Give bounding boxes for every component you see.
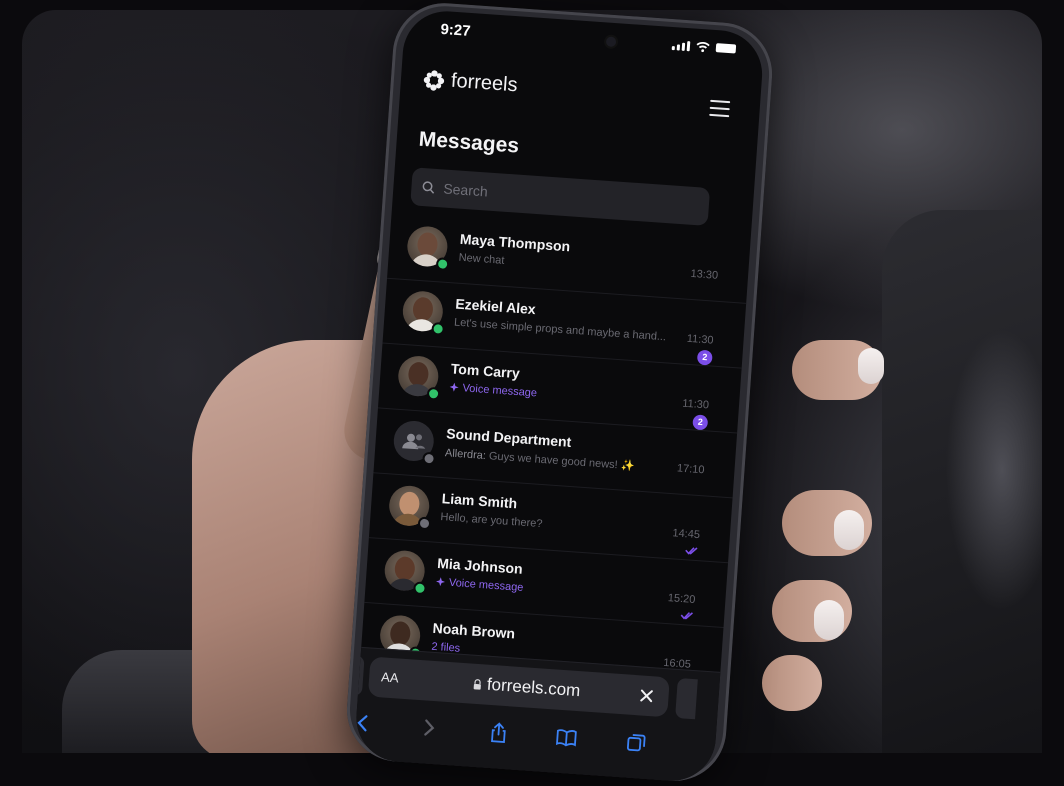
- message-preview: Let's use simple props and maybe a hand.…: [453, 316, 667, 344]
- voice-message-label: Voice message: [448, 576, 524, 594]
- voice-message-icon: [449, 382, 459, 392]
- message-time: 17:10: [676, 462, 705, 477]
- jacket: [882, 210, 1042, 753]
- forward-icon[interactable]: [417, 716, 440, 739]
- browser-bar: AA forreels.com: [353, 646, 721, 784]
- tabs-icon[interactable]: [625, 730, 648, 753]
- read-receipt-icon: [685, 547, 698, 555]
- close-icon[interactable]: [638, 687, 655, 704]
- finger: [762, 655, 822, 711]
- message-preview: New chat: [458, 251, 505, 267]
- wifi-icon: [696, 42, 710, 53]
- search-bar[interactable]: [410, 167, 711, 226]
- message-time: 15:20: [667, 592, 696, 606]
- logo-icon: [423, 69, 445, 91]
- signal-icon: [671, 40, 691, 52]
- front-camera: [605, 36, 617, 48]
- contact-name: Sound Department: [445, 425, 572, 450]
- battery-icon: [715, 43, 737, 54]
- message-preview: Allerdra: Guys we have good news! ✨: [445, 446, 669, 475]
- contact-name: Maya Thompson: [459, 230, 571, 255]
- conversation-list: Maya Thompson New chat 13:30 Ezekiel Ale…: [359, 213, 751, 693]
- phone: 9:27 forreels Messages Search Maya Thomp…: [343, 0, 805, 786]
- fingernail: [858, 348, 884, 384]
- voice-message-icon: [436, 577, 445, 587]
- status-time: 9:27: [439, 20, 472, 40]
- message-time: 11:30: [686, 332, 714, 347]
- presence-indicator: [426, 386, 441, 401]
- presence-indicator: [413, 581, 427, 596]
- fingernail: [834, 510, 864, 550]
- presence-indicator: [431, 321, 446, 336]
- message-time: 13:30: [690, 267, 719, 282]
- hamburger-menu-icon[interactable]: [709, 99, 731, 118]
- back-icon[interactable]: [353, 711, 374, 734]
- phone-body: 9:27 forreels Messages Search Maya Thomp…: [343, 0, 776, 785]
- search-input[interactable]: [440, 179, 686, 215]
- text-size-button[interactable]: AA: [381, 669, 399, 685]
- presence-indicator: [422, 451, 437, 466]
- message-time: 11:30: [681, 397, 710, 412]
- logo-text: forreels: [450, 69, 519, 97]
- contact-name: Ezekiel Alex: [454, 295, 537, 318]
- contact-name: Noah Brown: [432, 619, 516, 642]
- contact-name: Liam Smith: [441, 490, 518, 512]
- read-receipt-icon: [680, 612, 693, 620]
- bookmarks-icon[interactable]: [555, 726, 578, 749]
- presence-indicator: [417, 516, 432, 531]
- contact-name: Mia Johnson: [436, 554, 524, 577]
- contact-name: Tom Carry: [450, 360, 521, 382]
- lock-icon: [473, 679, 481, 690]
- url-text: forreels.com: [486, 674, 581, 701]
- message-time: 14:45: [672, 527, 701, 542]
- previous-tab-peek[interactable]: [353, 655, 365, 696]
- share-icon[interactable]: [487, 721, 510, 744]
- message-sender: Allerdra:: [444, 447, 487, 463]
- status-icons: [671, 39, 737, 54]
- voice-message-label: Voice message: [462, 382, 538, 400]
- message-preview: Voice message: [449, 381, 673, 409]
- logo[interactable]: forreels: [422, 68, 518, 98]
- address-bar[interactable]: AA forreels.com: [367, 656, 670, 718]
- phone-screen: 9:27 forreels Messages Search Maya Thomp…: [353, 8, 766, 784]
- unread-badge: 2: [692, 414, 709, 431]
- search-icon: [422, 181, 435, 194]
- presence-indicator: [435, 257, 450, 272]
- message-preview: Hello, are you there?: [440, 511, 543, 531]
- message-text: Guys we have good news! ✨: [488, 450, 635, 473]
- app-header: forreels: [399, 62, 761, 127]
- next-tab-peek[interactable]: [675, 677, 698, 720]
- fingernail: [814, 600, 844, 640]
- page-title: Messages: [418, 127, 520, 158]
- unread-badge: 2: [696, 349, 713, 366]
- browser-toolbar: [354, 706, 716, 771]
- message-preview: Voice message: [436, 576, 660, 604]
